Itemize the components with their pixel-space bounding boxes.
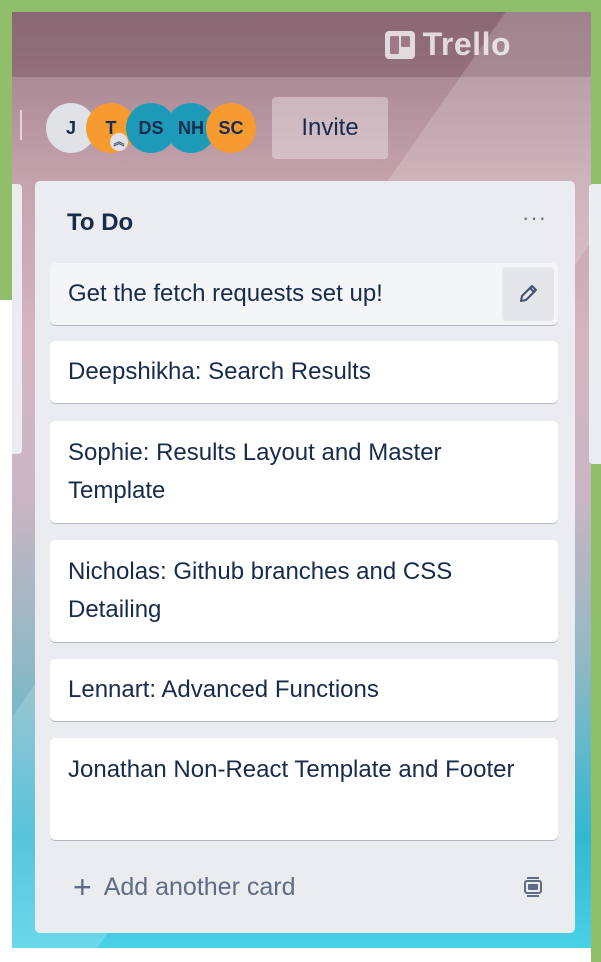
- list-to-do: To Do ··· Get the fetch requests set up!…: [35, 181, 575, 933]
- divider: [20, 110, 22, 140]
- create-from-template-button[interactable]: [521, 875, 545, 904]
- card-title: Sophie: Results Layout and Master Templa…: [68, 439, 442, 504]
- logo-text: Trello: [422, 26, 511, 62]
- previous-list-stub: [12, 184, 22, 454]
- add-card-label: Add another card: [103, 872, 296, 901]
- card-title: Get the fetch requests set up!: [68, 280, 383, 307]
- card-title: Lennart: Advanced Functions: [68, 676, 379, 703]
- next-list-stub: [589, 184, 601, 464]
- card-template-icon: [524, 877, 542, 897]
- app-header: Trello: [12, 12, 591, 77]
- trello-logo-icon: [384, 30, 415, 59]
- trello-logo[interactable]: Trello: [384, 26, 511, 63]
- list-card[interactable]: Jonathan Non-React Template and Footer: [50, 738, 558, 840]
- list-card[interactable]: Get the fetch requests set up!: [50, 263, 558, 325]
- avatar-t[interactable]: T ︽: [86, 103, 136, 153]
- add-card-button[interactable]: + Add another card: [73, 871, 295, 903]
- admin-chevron-icon: ︽: [110, 133, 128, 151]
- list-card[interactable]: Lennart: Advanced Functions: [50, 659, 558, 721]
- invite-button[interactable]: Invite: [272, 97, 388, 159]
- pencil-icon: [520, 285, 537, 302]
- avatar-sc[interactable]: SC: [206, 103, 256, 153]
- list-menu-button[interactable]: ···: [522, 205, 547, 231]
- avatar-ds[interactable]: DS: [126, 103, 176, 153]
- card-title: Nicholas: Github branches and CSS Detail…: [68, 558, 453, 623]
- avatar-nh[interactable]: NH: [166, 103, 216, 153]
- board-members: J T ︽ DS NH SC Invite: [46, 97, 388, 159]
- list-card[interactable]: Nicholas: Github branches and CSS Detail…: [50, 540, 558, 642]
- list-card[interactable]: Sophie: Results Layout and Master Templa…: [50, 421, 558, 523]
- card-title: Deepshikha: Search Results: [68, 358, 371, 385]
- list-title[interactable]: To Do: [67, 209, 133, 237]
- avatar-j[interactable]: J: [46, 103, 96, 153]
- list-card[interactable]: Deepshikha: Search Results: [50, 341, 558, 403]
- edit-card-button[interactable]: [502, 267, 554, 321]
- plus-icon: +: [73, 869, 92, 905]
- card-title: Jonathan Non-React Template and Footer: [68, 756, 515, 783]
